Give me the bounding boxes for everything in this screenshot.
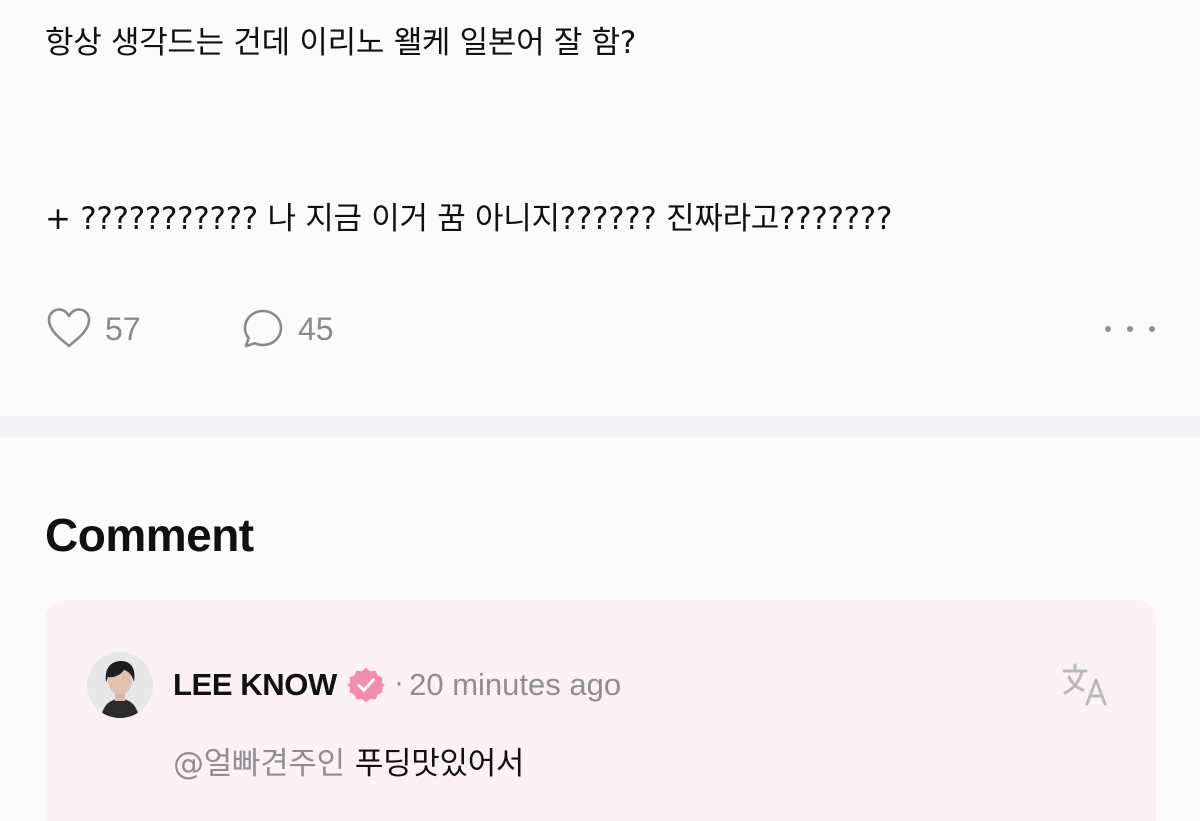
section-divider (0, 416, 1200, 437)
verified-badge-svg (346, 667, 385, 703)
comment-timestamp: 20 minutes ago (409, 667, 622, 702)
heart-outline-icon (45, 305, 93, 353)
like-button[interactable]: 57 (45, 304, 141, 354)
post-text-line: + ??????????? 나 지금 이거 꿈 아니지?????? 진짜라고??… (45, 201, 893, 237)
speech-bubble-icon-svg (243, 309, 283, 348)
comment-card: LEE KNOW · 20 minutes ago @얼빠견주인 푸딩맛있어서 (45, 600, 1156, 821)
page: 항상 생각드는 건데 이리노 왤케 일본어 잘 함? + ???????????… (0, 0, 1200, 821)
more-horizontal-icon (1105, 326, 1111, 332)
post: 항상 생각드는 건데 이리노 왤케 일본어 잘 함? + ???????????… (0, 0, 1200, 416)
comment-body: @얼빠견주인 푸딩맛있어서 (173, 742, 524, 786)
speech-bubble-icon (240, 306, 286, 352)
avatar-image (87, 652, 153, 718)
more-horizontal-icon (1127, 326, 1133, 332)
post-actions: 57 45 (45, 304, 1155, 354)
more-horizontal-icon (1149, 326, 1155, 332)
verified-badge-icon (346, 666, 385, 704)
avatar[interactable] (87, 652, 153, 718)
translate-icon (1062, 663, 1107, 706)
comment-text: 푸딩맛있어서 (354, 746, 525, 782)
comment-button[interactable]: 45 (240, 304, 334, 354)
comments-heading: Comment (45, 509, 254, 561)
author-name[interactable]: LEE KNOW (173, 667, 337, 703)
meta-separator: · (394, 670, 404, 700)
comment-count: 45 (298, 310, 334, 347)
translate-button[interactable] (1061, 661, 1109, 709)
comments-section: Comment LEE KNOW · 20 minutes ago @얼빠견주인… (0, 437, 1200, 821)
more-options-button[interactable] (1105, 314, 1155, 344)
post-text-line: 항상 생각드는 건데 이리노 왤케 일본어 잘 함? (45, 25, 636, 61)
comment-meta: LEE KNOW · 20 minutes ago (173, 663, 621, 707)
heart-outline-icon-svg (47, 308, 91, 348)
like-count: 57 (105, 310, 141, 347)
comment-mention[interactable]: @얼빠견주인 (173, 746, 345, 782)
